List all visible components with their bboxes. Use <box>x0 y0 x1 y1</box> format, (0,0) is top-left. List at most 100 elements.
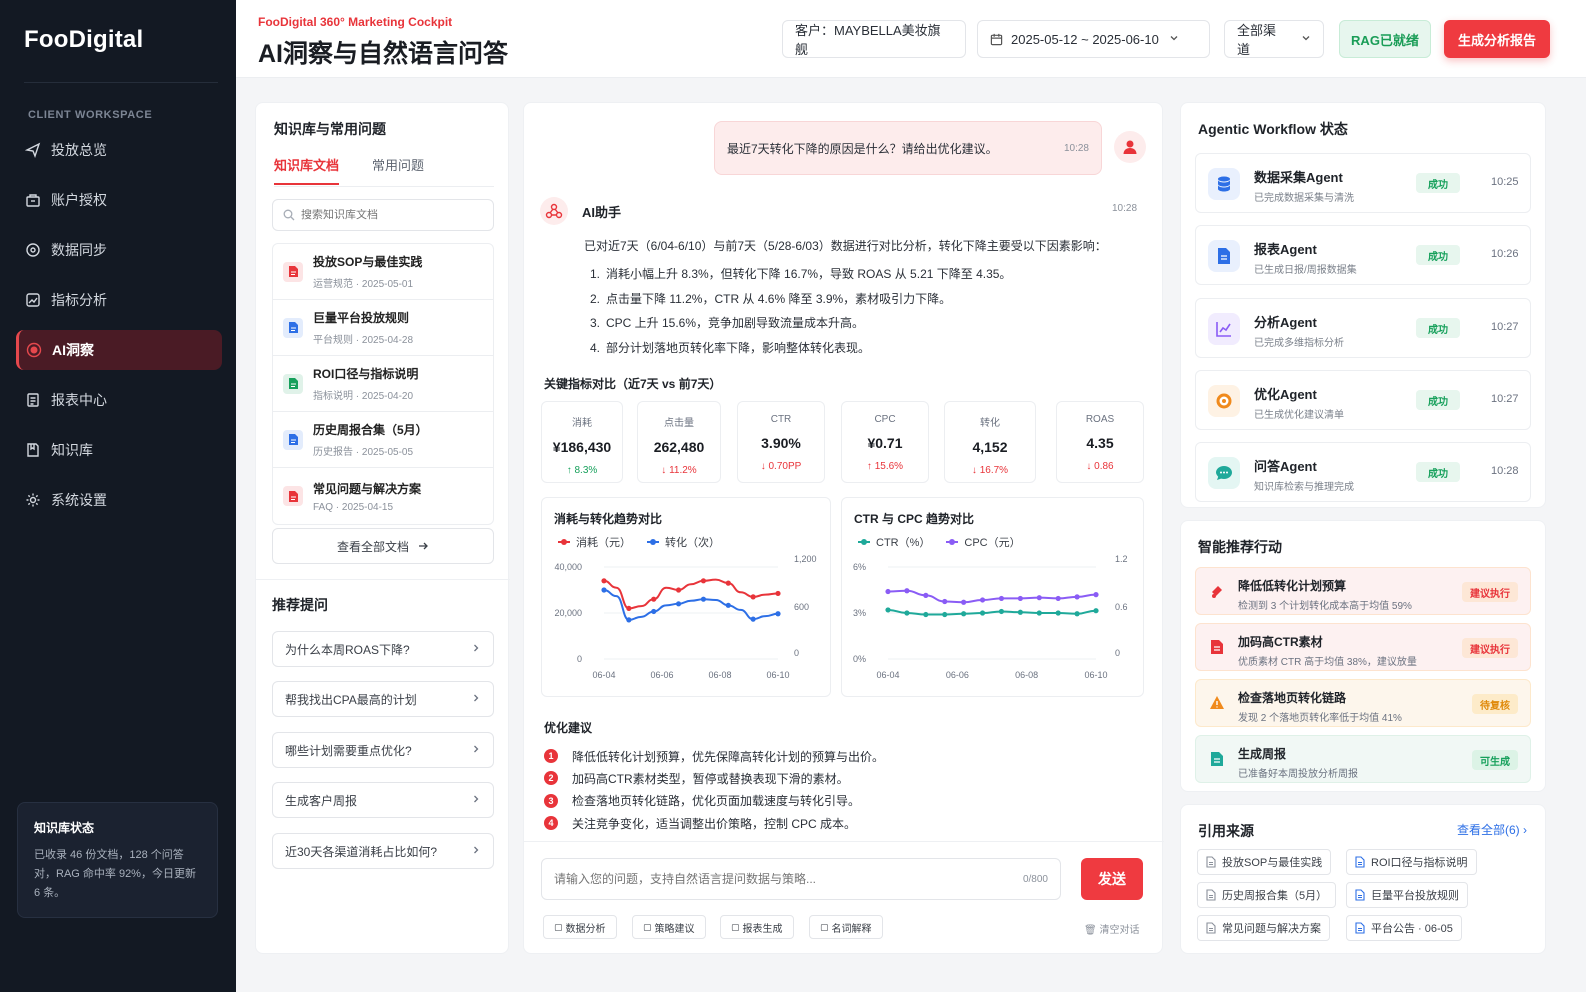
ai-avatar <box>540 197 568 225</box>
view-all-docs-button[interactable]: 查看全部文档 <box>272 528 494 564</box>
recommended-question[interactable]: 帮我找出CPA最高的计划 <box>272 681 494 717</box>
ai-point: 1. 消耗小幅上升 8.3%，但转化下降 16.7%，导致 ROAS 从 5.21… <box>590 265 1011 290</box>
question-text: 近30天各渠道消耗占比如何? <box>285 844 438 859</box>
metric-change: ↓ 0.86 <box>1086 461 1114 472</box>
sidebar-item-label: 指标分析 <box>51 292 107 308</box>
action-item[interactable]: 检查落地页转化链路 发现 2 个落地页转化率低于均值 41% 待复核 <box>1195 679 1531 727</box>
ai-point: 3. CPC 上升 15.6%，竞争加剧导致流量成本升高。 <box>590 314 1011 339</box>
ai-point-number: 2. <box>590 291 601 306</box>
data-point <box>675 587 682 593</box>
recommended-question[interactable]: 为什么本周ROAS下降? <box>272 631 494 667</box>
y-tick-label-right: 0.6 <box>1115 602 1128 612</box>
generate-report-button[interactable]: 生成分析报告 <box>1444 20 1550 58</box>
source-tag[interactable]: 投放SOP与最佳实践 <box>1197 849 1332 875</box>
workflow-title: Agentic Workflow 状态 <box>1198 121 1348 137</box>
data-point <box>626 617 632 623</box>
metric-change: ↓ 0.70PP <box>760 461 802 472</box>
tab-faq[interactable]: 常用问题 <box>372 155 424 174</box>
view-all-label: 查看全部文档 <box>336 539 409 554</box>
chat-input-box[interactable]: 0/800 <box>541 858 1061 900</box>
sidebar-item-sync[interactable]: 数据同步 <box>16 230 222 270</box>
database-icon <box>1208 168 1240 200</box>
optimization-item: 1 降低低转化计划预算，优先保障高转化计划的预算与出价。 <box>544 745 884 767</box>
source-tag[interactable]: ROI口径与指标说明 <box>1346 849 1477 875</box>
sidebar-item-label: AI洞察 <box>52 342 94 358</box>
sidebar: FooDigital CLIENT WORKSPACE 投放总览 账户授权 数据… <box>0 0 236 992</box>
view-all-sources-link[interactable]: 查看全部(6) › <box>1457 821 1527 838</box>
kb-search-box[interactable] <box>272 199 494 231</box>
metric-value: 3.90% <box>761 435 801 451</box>
date-range-picker[interactable]: 2025-05-12 ~ 2025-06-10 <box>977 20 1210 58</box>
data-point <box>998 608 1005 615</box>
action-item[interactable]: 生成周报 已准备好本周投放分析周报 可生成 <box>1195 735 1531 783</box>
legend-item: 转化（次） <box>647 534 720 550</box>
agent-desc: 已生成优化建议清单 <box>1254 410 1344 421</box>
metric-label: 消耗 <box>572 418 592 429</box>
ai-point: 2. 点击量下降 11.2%，CTR 从 4.6% 降至 3.9%，素材吸引力下降… <box>590 290 1011 315</box>
agent-time: 10:26 <box>1491 248 1519 260</box>
send-button[interactable]: 发送 <box>1081 858 1143 900</box>
document-icon <box>1355 856 1365 868</box>
chip-label: 策略建议 <box>654 923 695 935</box>
y-tick-label-left: 3% <box>853 608 866 618</box>
channel-selector[interactable]: 全部渠道 <box>1224 20 1324 58</box>
action-item[interactable]: 降低低转化计划预算 检测到 3 个计划转化成本高于均值 59% 建议执行 <box>1195 567 1531 615</box>
channel-value: 全部渠道 <box>1237 23 1277 57</box>
data-point <box>942 611 948 618</box>
trash-icon: 🗑 <box>1084 925 1097 936</box>
recommended-question[interactable]: 近30天各渠道消耗占比如何? <box>272 833 494 869</box>
data-point <box>651 596 657 602</box>
sync-icon <box>24 241 42 259</box>
workflow-panel: Agentic Workflow 状态 数据采集Agent 已完成数据采集与清洗成… <box>1180 102 1546 508</box>
analytics-icon <box>1208 313 1240 345</box>
sidebar-item-overview[interactable]: 投放总览 <box>16 130 222 170</box>
quick-action-chip[interactable]: ▢ 数据分析 <box>543 915 617 939</box>
action-item[interactable]: 加码高CTR素材 优质素材 CTR 高于均值 38%，建议放量 建议执行 <box>1195 623 1531 671</box>
source-tag[interactable]: 平台公告 · 06-05 <box>1346 915 1462 941</box>
metric-value: 262,480 <box>653 439 705 455</box>
metric-change: ↓ 16.7% <box>971 465 1009 476</box>
user-icon <box>1123 140 1137 154</box>
kb-search-input[interactable] <box>301 209 481 221</box>
quick-action-chip[interactable]: ▢ 报表生成 <box>720 915 794 939</box>
kb-doc-item[interactable]: 常见问题与解决方案 FAQ · 2025-04-15 <box>273 468 493 524</box>
source-tag[interactable]: 历史周报合集（5月） <box>1197 882 1337 908</box>
ai-point-number: 1. <box>590 267 601 281</box>
chat-input[interactable] <box>554 872 1023 886</box>
chart-ctr-cpc: 6% 1.2 3% 0.6 0% 0 06-04 06-06 06-08 06-10 CTR 与 … <box>841 497 1144 697</box>
kb-doc-item[interactable]: 投放SOP与最佳实践 运营规范 · 2025-05-01 <box>273 244 493 300</box>
quick-action-chip[interactable]: ▢ 策略建议 <box>632 915 706 939</box>
kb-doc-item[interactable]: 历史周报合集（5月） 历史报告 · 2025-05-05 <box>273 412 493 468</box>
sidebar-item-knowledge[interactable]: 知识库 <box>16 430 222 470</box>
action-badge: 待复核 <box>1472 694 1518 714</box>
kb-doc-item[interactable]: ROI口径与指标说明 指标说明 · 2025-04-20 <box>273 356 493 412</box>
recommended-question[interactable]: 哪些计划需要重点优化? <box>272 732 494 768</box>
quick-action-chip[interactable]: ▢ 名词解释 <box>809 915 883 939</box>
clear-chat-button[interactable]: 🗑 清空对话 <box>1084 921 1139 936</box>
kb-status-title: 知识库状态 <box>34 821 95 835</box>
sidebar-item-account[interactable]: 账户授权 <box>16 180 222 220</box>
agent-name: 问答Agent <box>1254 459 1317 474</box>
sidebar-item-reports[interactable]: 报表中心 <box>16 380 222 420</box>
kb-doc-meta: 指标说明 · 2025-04-20 <box>313 391 414 402</box>
sidebar-item-label: 数据同步 <box>51 242 107 258</box>
source-tag[interactable]: 常见问题与解决方案 <box>1197 915 1330 941</box>
sources-panel: 引用来源 查看全部(6) › 投放SOP与最佳实践 ROI口径与指标说明 历史周报合… <box>1180 804 1546 954</box>
sidebar-item-settings[interactable]: 系统设置 <box>16 480 222 520</box>
data-point <box>775 590 781 597</box>
x-tick-label: 06-04 <box>592 670 615 680</box>
recommended-question[interactable]: 生成客户周报 <box>272 782 494 818</box>
chip-icon: ▢ <box>820 921 829 932</box>
kb-doc-item[interactable]: 巨量平台投放规则 平台规则 · 2025-04-28 <box>273 300 493 356</box>
document-icon <box>1355 889 1365 901</box>
tab-kb-docs[interactable]: 知识库文档 <box>274 155 340 185</box>
sidebar-item-ai-insight[interactable]: AI洞察 <box>16 330 222 370</box>
kb-doc-name: ROI口径与指标说明 <box>313 367 419 381</box>
sidebar-item-label: 知识库 <box>51 442 93 458</box>
sidebar-item-metrics[interactable]: 指标分析 <box>16 280 222 320</box>
metric-change: ↑ 8.3% <box>566 465 598 476</box>
source-tag[interactable]: 巨量平台投放规则 <box>1346 882 1468 908</box>
x-tick-label: 06-06 <box>946 670 969 680</box>
client-selector[interactable]: 客户：MAYBELLA美妆旗舰 <box>782 20 966 58</box>
data-point <box>998 595 1005 602</box>
